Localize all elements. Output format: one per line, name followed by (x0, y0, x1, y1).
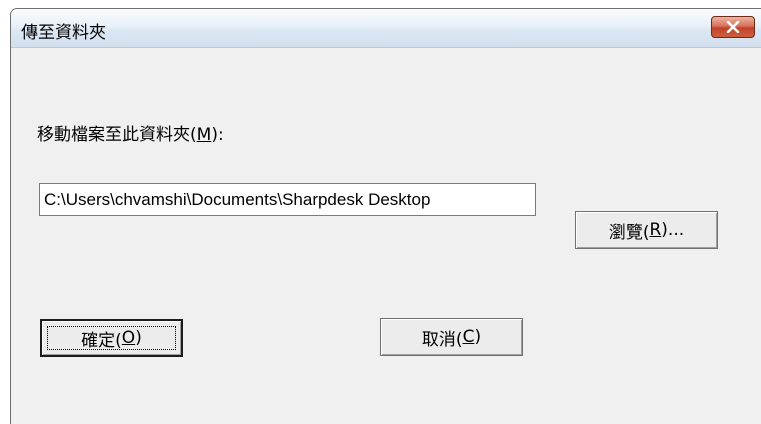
close-icon (726, 21, 740, 33)
title-bar[interactable]: 傳至資料夾 (11, 9, 761, 48)
close-button[interactable] (711, 16, 755, 38)
dialog-body: 移動檔案至此資料夾(M): C:\Users\chvamshi\Document… (11, 48, 761, 424)
browse-button[interactable]: 瀏覽(R)... (575, 211, 718, 249)
dialog-title: 傳至資料夾 (21, 23, 106, 43)
dialog-window: 傳至資料夾 移動檔案至此資料夾(M): C:\Users\chvamshi\Do… (10, 8, 761, 424)
folder-path-input[interactable]: C:\Users\chvamshi\Documents\Sharpdesk De… (39, 183, 536, 216)
cancel-button[interactable]: 取消(C) (380, 318, 523, 356)
ok-button[interactable]: 確定(O) (40, 319, 183, 357)
focus-rect (47, 326, 176, 350)
move-to-folder-label: 移動檔案至此資料夾(M): (37, 125, 224, 145)
